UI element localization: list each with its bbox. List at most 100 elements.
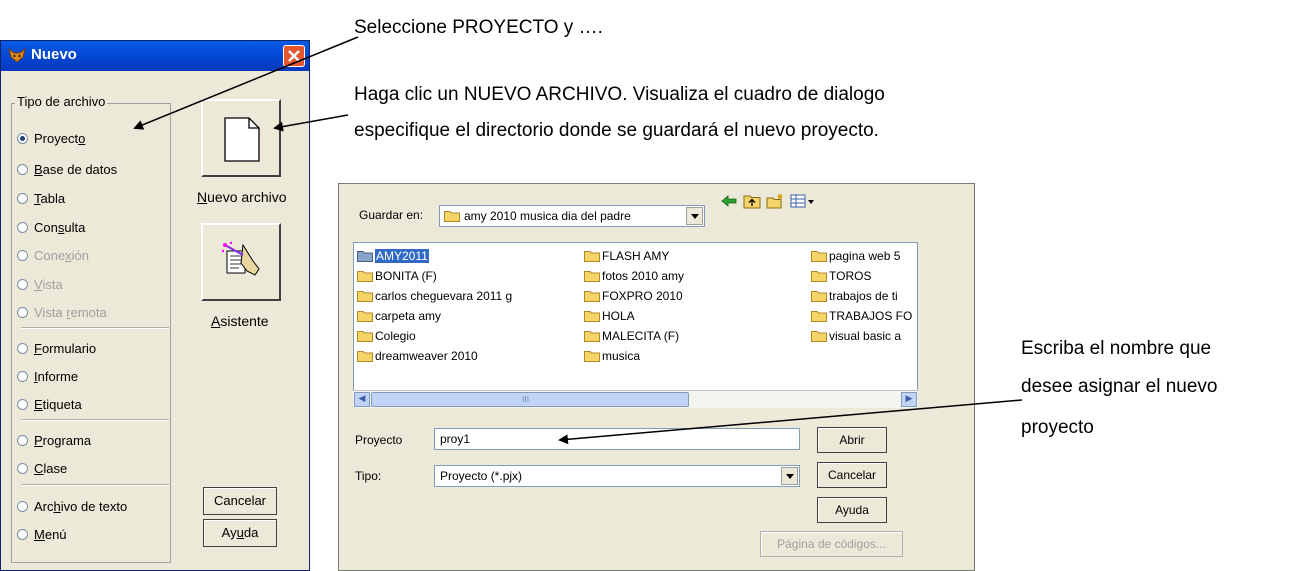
- radio-dot-icon: [17, 343, 28, 354]
- folder-icon: [584, 331, 600, 342]
- scroll-right-icon[interactable]: ▶: [901, 392, 917, 407]
- radio-base-de-datos[interactable]: Base de datos: [17, 161, 117, 179]
- radio-consulta[interactable]: Consulta: [17, 219, 85, 237]
- list-item[interactable]: MALECITA (F): [584, 328, 804, 344]
- list-item[interactable]: Colegio: [357, 328, 577, 344]
- type-value: Proyecto (*.pjx): [440, 469, 523, 483]
- radio-dot-icon: [17, 164, 28, 175]
- radio-vista-remota: Vista remota: [17, 304, 107, 322]
- wizard-caption: Asistente: [211, 313, 269, 329]
- scroll-grip: III: [522, 395, 530, 404]
- folder-icon: [584, 251, 600, 262]
- folder-icon: [357, 331, 373, 342]
- folder-icon: [811, 271, 827, 282]
- folder-icon: [584, 271, 600, 282]
- folder-icon: [444, 211, 460, 222]
- radio-dot-icon: [17, 307, 28, 318]
- save-in-label: Guardar en:: [359, 208, 424, 222]
- list-item[interactable]: carlos cheguevara 2011 g: [357, 288, 577, 304]
- help-button[interactable]: Ayuda: [203, 519, 277, 547]
- caption-step1: Seleccione PROYECTO y ….: [354, 17, 603, 38]
- radio-tabla[interactable]: Tabla: [17, 190, 65, 208]
- radio-programa[interactable]: Programa: [17, 432, 91, 450]
- list-item[interactable]: TRABAJOS FO: [811, 308, 916, 324]
- radio-dot-icon: [17, 222, 28, 233]
- radio-proyecto[interactable]: Proyecto: [17, 130, 85, 148]
- folder-icon: [357, 291, 373, 302]
- separator: [21, 419, 169, 421]
- radio-archivo-de-texto[interactable]: Archivo de texto: [17, 498, 127, 516]
- save-in-combo[interactable]: amy 2010 musica dia del padre: [439, 205, 705, 227]
- radio-informe[interactable]: Informe: [17, 368, 78, 386]
- radio-menu[interactable]: Menú: [17, 526, 67, 544]
- save-in-value: amy 2010 musica dia del padre: [464, 209, 631, 223]
- radio-dot-icon: [17, 371, 28, 382]
- list-item[interactable]: HOLA: [584, 308, 804, 324]
- fox-app-icon: [8, 47, 26, 63]
- list-item[interactable]: FOXPRO 2010: [584, 288, 804, 304]
- list-item[interactable]: BONITA (F): [357, 268, 577, 284]
- type-label: Tipo:: [355, 469, 382, 483]
- radio-dot-icon: [17, 133, 28, 144]
- list-item[interactable]: fotos 2010 amy: [584, 268, 804, 284]
- up-folder-icon[interactable]: [743, 193, 761, 209]
- help-button[interactable]: Ayuda: [817, 497, 887, 523]
- horizontal-scrollbar[interactable]: ◀ III ▶: [353, 390, 918, 408]
- new-file-button[interactable]: [201, 99, 281, 177]
- folder-icon: [811, 291, 827, 302]
- folder-icon: [357, 271, 373, 282]
- close-button[interactable]: [283, 45, 305, 67]
- folder-icon: [584, 311, 600, 322]
- separator: [21, 484, 169, 486]
- wizard-icon: [221, 241, 260, 276]
- cancel-button[interactable]: Cancelar: [817, 462, 887, 488]
- chevron-down-icon[interactable]: [781, 467, 798, 485]
- caption-step2-line2: especifique el directorio donde se guard…: [354, 120, 879, 141]
- list-item[interactable]: AMY2011: [357, 248, 577, 264]
- list-item[interactable]: musica: [584, 348, 804, 364]
- list-item[interactable]: carpeta amy: [357, 308, 577, 324]
- caption-step3-line3: proyecto: [1021, 417, 1094, 438]
- radio-dot-icon: [17, 399, 28, 410]
- radio-formulario[interactable]: Formulario: [17, 340, 96, 358]
- cancel-button[interactable]: Cancelar: [203, 487, 277, 515]
- folder-icon: [811, 331, 827, 342]
- name-field[interactable]: proy1: [434, 428, 800, 450]
- blank-page-icon: [224, 117, 260, 162]
- list-item[interactable]: visual basic a: [811, 328, 916, 344]
- back-arrow-icon[interactable]: [720, 193, 738, 209]
- file-type-group-label: Tipo de archivo: [15, 94, 108, 109]
- list-item[interactable]: pagina web 5: [811, 248, 916, 264]
- radio-etiqueta[interactable]: Etiqueta: [17, 396, 82, 414]
- save-dialog: Guardar en: amy 2010 musica dia del padr…: [338, 183, 975, 571]
- list-item[interactable]: dreamweaver 2010: [357, 348, 577, 364]
- caption-step3-line2: desee asignar el nuevo: [1021, 376, 1218, 397]
- radio-conexion: Conexión: [17, 247, 89, 265]
- list-item[interactable]: TOROS: [811, 268, 916, 284]
- caption-step3-line1: Escriba el nombre que: [1021, 338, 1212, 359]
- radio-dot-icon: [17, 501, 28, 512]
- view-menu-icon[interactable]: [790, 193, 816, 209]
- list-item[interactable]: trabajos de ti: [811, 288, 916, 304]
- open-button[interactable]: Abrir: [817, 427, 887, 453]
- chevron-down-icon[interactable]: [686, 207, 703, 225]
- new-folder-icon[interactable]: [766, 193, 784, 209]
- radio-vista: Vista: [17, 276, 63, 294]
- folder-icon: [811, 311, 827, 322]
- list-item[interactable]: FLASH AMY: [584, 248, 804, 264]
- radio-clase[interactable]: Clase: [17, 460, 67, 478]
- radio-dot-icon: [17, 193, 28, 204]
- radio-dot-icon: [17, 279, 28, 290]
- new-file-caption: Nuevo archivo: [197, 189, 287, 205]
- scroll-left-icon[interactable]: ◀: [354, 392, 370, 407]
- scroll-thumb[interactable]: III: [371, 392, 689, 407]
- radio-dot-icon: [17, 250, 28, 261]
- wizard-button[interactable]: [201, 223, 281, 301]
- title-bar[interactable]: Nuevo: [1, 41, 309, 71]
- folder-icon: [811, 251, 827, 262]
- type-combo[interactable]: Proyecto (*.pjx): [434, 465, 800, 487]
- code-page-button: Página de códigos...: [760, 531, 903, 557]
- radio-dot-icon: [17, 435, 28, 446]
- file-list[interactable]: [353, 242, 918, 408]
- name-label: Proyecto: [355, 433, 403, 447]
